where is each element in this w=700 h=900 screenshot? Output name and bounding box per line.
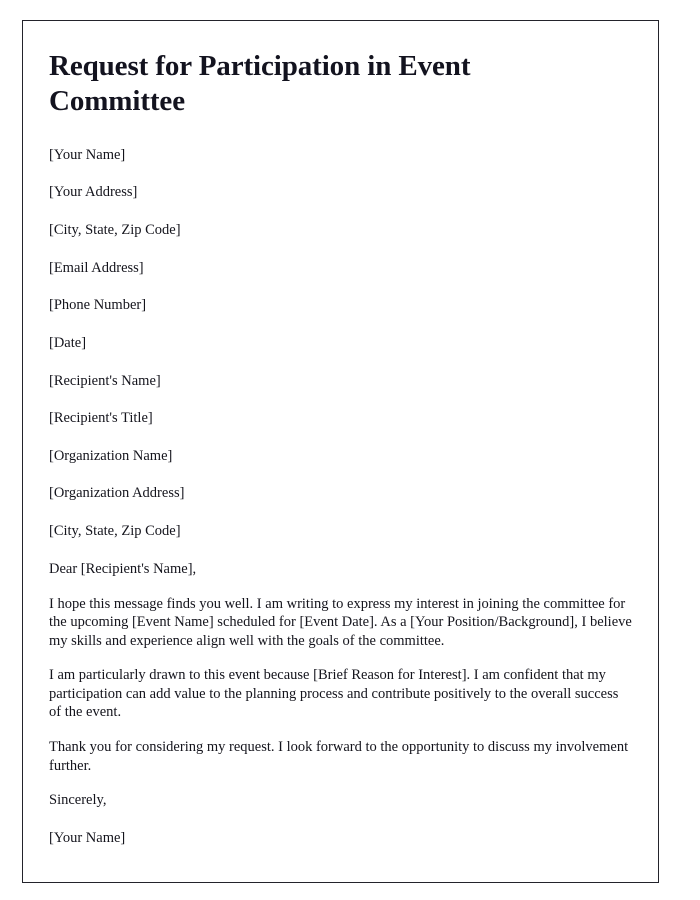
document-page: Request for Participation in Event Commi… [22, 20, 659, 883]
body-paragraph-2: I am particularly drawn to this event be… [49, 667, 619, 721]
salutation-line: Dear [Recipient's Name], [49, 560, 197, 577]
sender-address-block: [Your Name] [Your Address] [City, State,… [49, 146, 634, 352]
sender-field-date: [Date] [49, 334, 87, 351]
recipient-field-name: [Recipient's Name] [49, 372, 161, 389]
closing-line: Sincerely, [49, 792, 107, 809]
document-content: Request for Participation in Event Commi… [23, 21, 658, 847]
recipient-address-block: [Recipient's Name] [Recipient's Title] [… [49, 372, 634, 541]
recipient-field-city-state-zip: [City, State, Zip Code] [49, 523, 181, 539]
sender-field-city-state-zip: [City, State, Zip Code] [49, 222, 181, 238]
recipient-field-organization-name: [Organization Name] [49, 447, 173, 464]
body-paragraph-1: I hope this message finds you well. I am… [49, 595, 632, 649]
sender-field-your-name: [Your Name] [49, 146, 126, 163]
page-title: Request for Participation in Event Commi… [49, 50, 471, 118]
recipient-field-organization-address: [Organization Address] [49, 485, 185, 502]
sender-field-your-address: [Your Address] [49, 184, 138, 201]
recipient-field-title: [Recipient's Title] [49, 410, 153, 427]
signature-name: [Your Name] [49, 829, 126, 846]
sender-field-phone-number: [Phone Number] [49, 297, 147, 314]
sender-field-email-address: [Email Address] [49, 259, 144, 276]
letter-body: I hope this message finds you well. I am… [49, 595, 634, 775]
body-paragraph-3: Thank you for considering my request. I … [49, 739, 629, 774]
